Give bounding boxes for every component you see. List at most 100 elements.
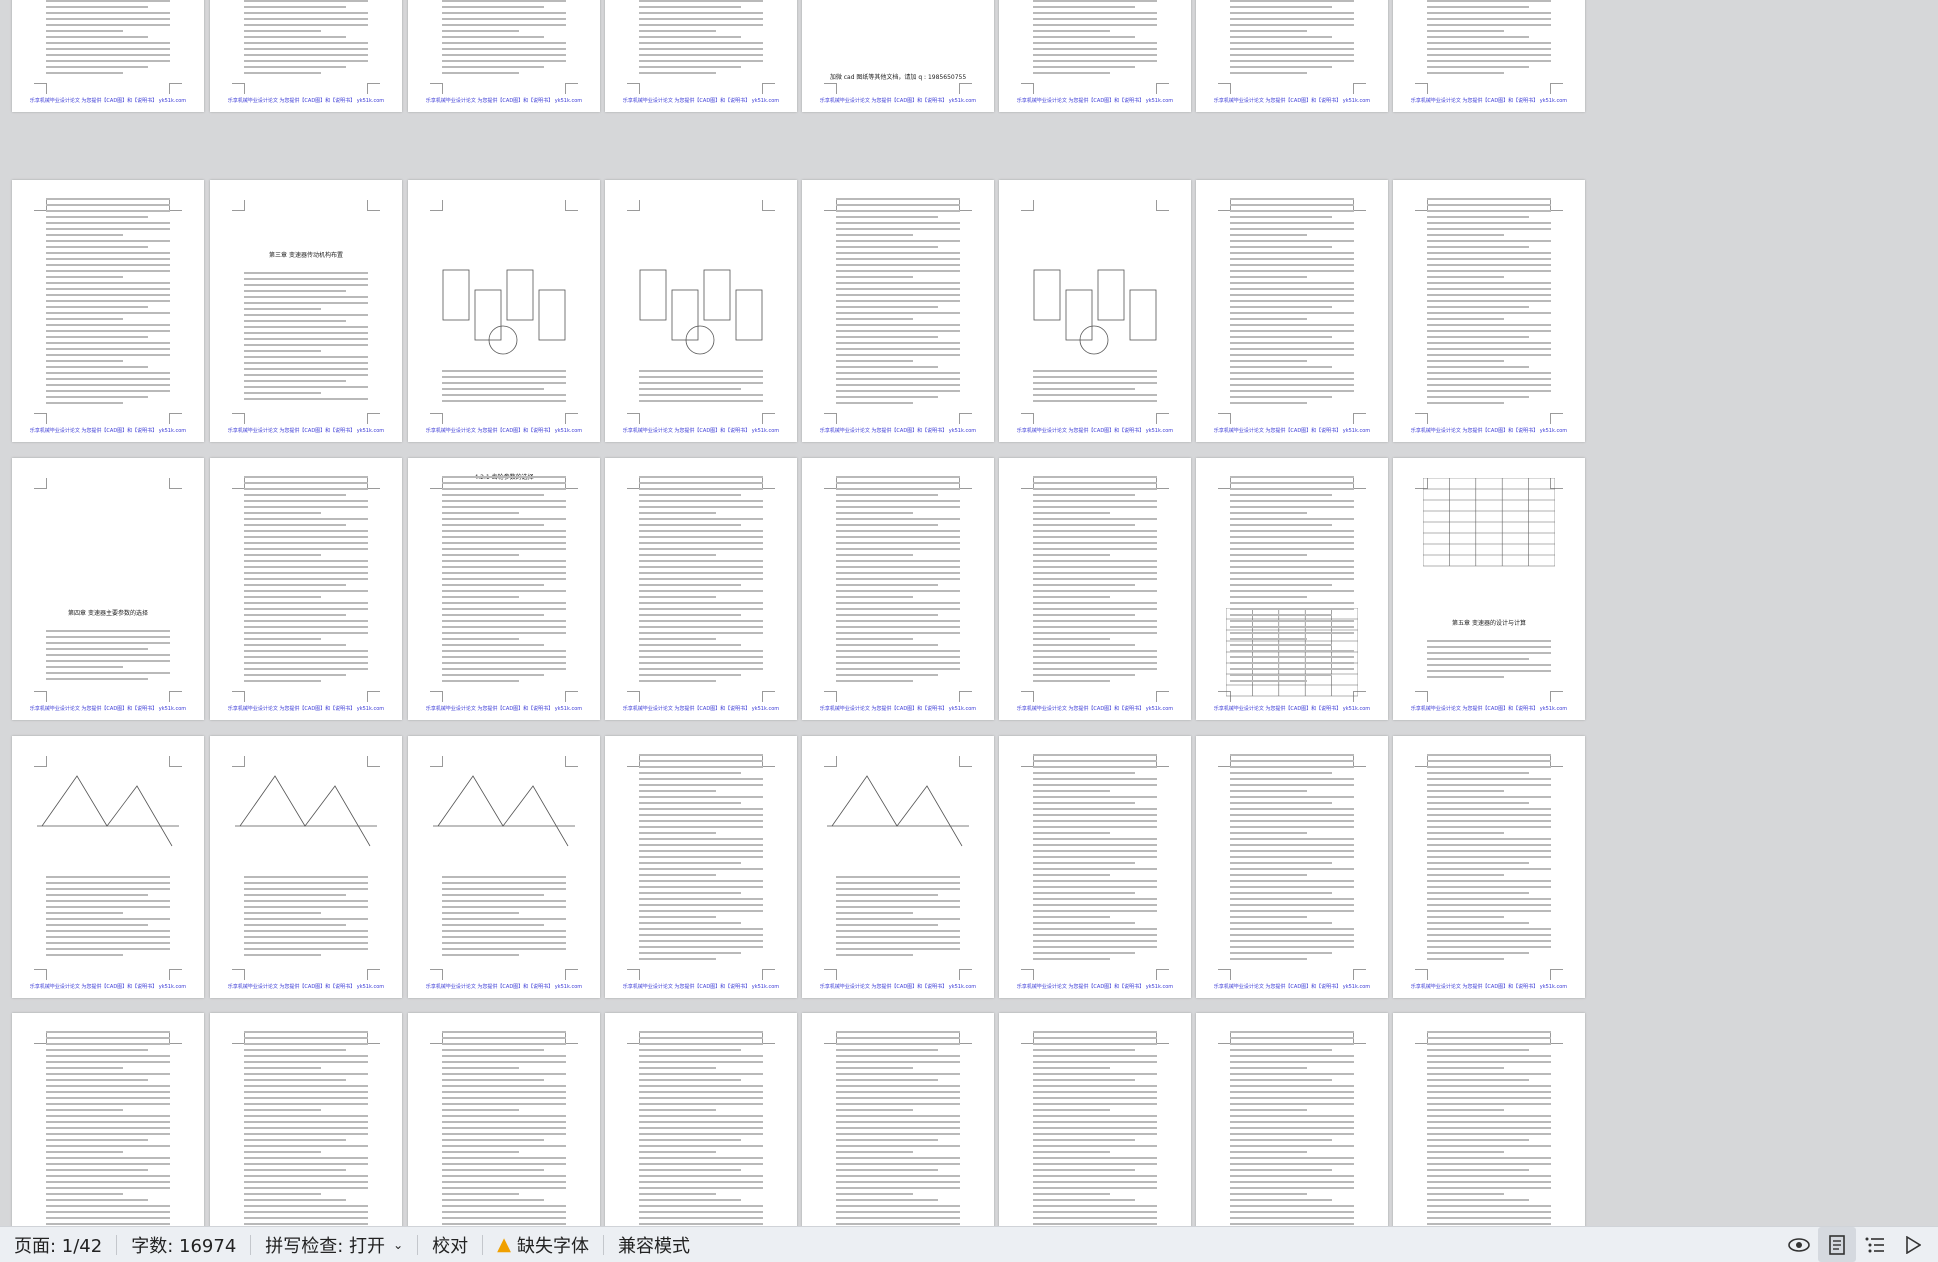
page-thumbnail[interactable]: 乐享机械毕业设计论文 为您提供【CAD图】和【说明书】 yk51k.com — [605, 736, 797, 998]
page-thumbnail[interactable]: 乐享机械毕业设计论文 为您提供【CAD图】和【说明书】 yk51k.com — [408, 0, 600, 112]
text-line — [1033, 1037, 1157, 1039]
text-line — [1427, 940, 1551, 942]
page-thumbnail[interactable]: 乐享机械毕业设计论文 为您提供【CAD图】和【说明书】 yk51k.com — [1196, 0, 1388, 112]
page-thumbnail[interactable]: 乐享机械毕业设计论文 为您提供【CAD图】和【说明书】 yk51k.com — [210, 736, 402, 998]
page-thumbnail[interactable]: 乐享机械毕业设计论文 为您提供【CAD图】和【说明书】 yk51k.com — [1393, 180, 1585, 442]
text-line — [639, 880, 763, 882]
page-thumbnail[interactable]: 乐享机械毕业设计论文 为您提供【CAD图】和【说明书】 yk51k.com — [1196, 180, 1388, 442]
page-view-icon[interactable] — [1818, 1227, 1856, 1262]
page-thumbnail[interactable]: 第五章 变速器的设计与计算 乐享机械毕业设计论文 为您提供【CAD图】和【说明书】… — [1393, 458, 1585, 720]
text-line — [1427, 1169, 1529, 1171]
outline-icon[interactable] — [1856, 1227, 1894, 1262]
text-line — [1427, 354, 1551, 356]
text-line — [1230, 210, 1354, 212]
text-line — [836, 930, 960, 932]
text-line — [639, 1121, 763, 1123]
page-thumbnail[interactable]: 乐享机械毕业设计论文 为您提供【CAD图】和【说明书】 yk51k.com — [999, 458, 1191, 720]
text-line — [244, 356, 368, 358]
page-thumbnail[interactable]: 乐享机械毕业设计论文 为您提供【CAD图】和【说明书】 yk51k.com — [408, 1013, 600, 1226]
word-count[interactable]: 字数: 16974 — [117, 1227, 250, 1262]
page-thumbnail[interactable]: 乐享机械毕业设计论文 为您提供【CAD图】和【说明书】 yk51k.com — [605, 180, 797, 442]
text-line — [639, 650, 763, 652]
text-line — [1033, 394, 1157, 396]
text-line — [836, 882, 960, 884]
page-text-block — [639, 754, 763, 964]
text-line — [836, 1067, 913, 1069]
text-line — [442, 1031, 566, 1033]
page-thumbnail[interactable]: 乐享机械毕业设计论文 为您提供【CAD图】和【说明书】 yk51k.com — [605, 1013, 797, 1226]
text-line — [1033, 934, 1157, 936]
page-thumbnail[interactable]: 乐享机械毕业设计论文 为您提供【CAD图】和【说明书】 yk51k.com — [1393, 1013, 1585, 1226]
text-line — [46, 42, 170, 44]
text-line — [442, 370, 566, 372]
text-line — [639, 1181, 763, 1183]
page-thumbnail[interactable]: 加微 cad 图纸等其他文档，请加 q : 1985650755 乐享机械毕业设计… — [802, 0, 994, 112]
page-indicator[interactable]: 页面: 1/42 — [0, 1227, 116, 1262]
text-line — [1230, 784, 1354, 786]
text-line — [836, 198, 960, 200]
play-icon[interactable] — [1894, 1227, 1932, 1262]
text-line — [1230, 838, 1354, 840]
missing-fonts-button[interactable]: ▲ 缺失字体 — [483, 1227, 603, 1262]
page-thumbnail[interactable]: 乐享机械毕业设计论文 为您提供【CAD图】和【说明书】 yk51k.com — [1196, 736, 1388, 998]
text-line — [46, 0, 170, 2]
page-thumbnail[interactable]: 第四章 变速器主要参数的选择 乐享机械毕业设计论文 为您提供【CAD图】和【说明书… — [12, 458, 204, 720]
text-line — [442, 936, 566, 938]
reading-mode-icon[interactable] — [1780, 1227, 1818, 1262]
spell-check-toggle[interactable]: 拼写检查: 打开 ⌄ — [251, 1227, 417, 1262]
page-thumbnail[interactable]: 乐享机械毕业设计论文 为您提供【CAD图】和【说明书】 yk51k.com — [1393, 736, 1585, 998]
text-line — [1427, 1055, 1551, 1057]
crop-mark — [1218, 413, 1231, 424]
page-thumbnail[interactable]: 乐享机械毕业设计论文 为您提供【CAD图】和【说明书】 yk51k.com — [1196, 458, 1388, 720]
page-thumbnail[interactable]: 乐享机械毕业设计论文 为您提供【CAD图】和【说明书】 yk51k.com — [999, 180, 1191, 442]
text-line — [1230, 6, 1332, 8]
page-thumbnail[interactable]: 乐享机械毕业设计论文 为您提供【CAD图】和【说明书】 yk51k.com — [802, 458, 994, 720]
page-thumbnail[interactable]: 乐享机械毕业设计论文 为您提供【CAD图】和【说明书】 yk51k.com — [12, 736, 204, 998]
page-thumbnail[interactable]: 乐享机械毕业设计论文 为您提供【CAD图】和【说明书】 yk51k.com — [999, 1013, 1191, 1226]
page-thumbnail[interactable]: 第三章 变速器传动机构布置 乐享机械毕业设计论文 为您提供【CAD图】和【说明书】… — [210, 180, 402, 442]
text-line — [836, 518, 960, 520]
document-thumbnail-canvas[interactable]: 乐享机械毕业设计论文 为您提供【CAD图】和【说明书】 yk51k.com 乐享机… — [0, 0, 1938, 1226]
page-thumbnail[interactable]: 乐享机械毕业设计论文 为您提供【CAD图】和【说明书】 yk51k.com — [1393, 0, 1585, 112]
page-thumbnail[interactable]: 乐享机械毕业设计论文 为您提供【CAD图】和【说明书】 yk51k.com — [999, 736, 1191, 998]
text-line — [1033, 1061, 1157, 1063]
text-line — [244, 942, 368, 944]
page-thumbnail[interactable]: 乐享机械毕业设计论文 为您提供【CAD图】和【说明书】 yk51k.com — [802, 736, 994, 998]
text-line — [1427, 1223, 1551, 1225]
text-line — [442, 888, 566, 890]
page-thumbnail[interactable]: 乐享机械毕业设计论文 为您提供【CAD图】和【说明书】 yk51k.com — [210, 1013, 402, 1226]
page-thumbnail[interactable]: 乐享机械毕业设计论文 为您提供【CAD图】和【说明书】 yk51k.com — [12, 1013, 204, 1226]
text-line — [1230, 294, 1354, 296]
text-line — [46, 258, 170, 260]
crop-mark — [1353, 756, 1366, 767]
crop-mark — [959, 83, 972, 94]
text-line — [1230, 0, 1354, 2]
page-thumbnail[interactable]: 乐享机械毕业设计论文 为您提供【CAD图】和【说明书】 yk51k.com — [802, 180, 994, 442]
text-line — [1033, 814, 1157, 816]
page-thumbnail[interactable]: 乐享机械毕业设计论文 为您提供【CAD图】和【说明书】 yk51k.com — [210, 0, 402, 112]
page-thumbnail[interactable]: 4.2.1 齿轮参数的选择乐享机械毕业设计论文 为您提供【CAD图】和【说明书】… — [408, 458, 600, 720]
text-line — [1033, 536, 1157, 538]
text-line — [639, 754, 763, 756]
text-line — [1230, 1085, 1354, 1087]
crop-mark — [1021, 413, 1034, 424]
page-thumbnail[interactable]: 乐享机械毕业设计论文 为您提供【CAD图】和【说明书】 yk51k.com — [802, 1013, 994, 1226]
text-line — [244, 1199, 346, 1201]
page-thumbnail[interactable]: 乐享机械毕业设计论文 为您提供【CAD图】和【说明书】 yk51k.com — [605, 0, 797, 112]
page-thumbnail[interactable]: 乐享机械毕业设计论文 为您提供【CAD图】和【说明书】 yk51k.com — [12, 180, 204, 442]
page-thumbnail[interactable]: 乐享机械毕业设计论文 为您提供【CAD图】和【说明书】 yk51k.com — [605, 458, 797, 720]
text-line — [1033, 1163, 1157, 1165]
page-thumbnail[interactable]: 乐享机械毕业设计论文 为您提供【CAD图】和【说明书】 yk51k.com — [408, 180, 600, 442]
text-line — [244, 1097, 368, 1099]
text-line — [1230, 958, 1307, 960]
text-line — [836, 936, 960, 938]
text-line — [1230, 862, 1332, 864]
text-line — [1230, 1097, 1354, 1099]
page-thumbnail[interactable]: 乐享机械毕业设计论文 为您提供【CAD图】和【说明书】 yk51k.com — [999, 0, 1191, 112]
proofread-button[interactable]: 校对 — [418, 1227, 482, 1262]
page-thumbnail[interactable]: 乐享机械毕业设计论文 为您提供【CAD图】和【说明书】 yk51k.com — [408, 736, 600, 998]
page-thumbnail[interactable]: 乐享机械毕业设计论文 为您提供【CAD图】和【说明书】 yk51k.com — [210, 458, 402, 720]
compat-mode-indicator[interactable]: 兼容模式 — [604, 1227, 704, 1262]
page-thumbnail[interactable]: 乐享机械毕业设计论文 为您提供【CAD图】和【说明书】 yk51k.com — [12, 0, 204, 112]
page-thumbnail[interactable]: 乐享机械毕业设计论文 为您提供【CAD图】和【说明书】 yk51k.com — [1196, 1013, 1388, 1226]
